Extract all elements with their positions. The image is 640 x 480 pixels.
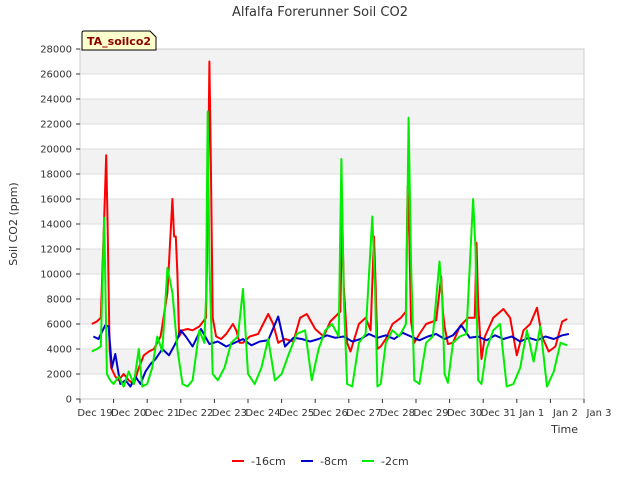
background-band <box>80 149 584 174</box>
background-band <box>80 249 584 274</box>
x-tick-label: Dec 28 <box>380 408 415 419</box>
y-tick-label: 18000 <box>40 170 72 181</box>
x-tick-label: Dec 24 <box>245 408 280 419</box>
y-tick-label: 0 <box>66 395 72 406</box>
y-tick-label: 4000 <box>47 345 72 356</box>
y-tick-label: 12000 <box>40 245 72 256</box>
x-tick-label: Dec 27 <box>346 408 381 419</box>
x-tick-label: Dec 26 <box>313 408 348 419</box>
x-axis-ticks: Dec 19Dec 20Dec 21Dec 22Dec 23Dec 24Dec … <box>77 399 611 419</box>
background-band <box>80 49 584 74</box>
y-tick-label: 22000 <box>40 120 72 131</box>
x-tick-label: Dec 22 <box>178 408 213 419</box>
x-tick-label: Jan 2 <box>552 408 578 419</box>
x-tick-label: Dec 20 <box>111 408 146 419</box>
y-axis-ticks: 0 2000 4000 6000 8000 10000 12000 14000 16000 180… <box>40 45 80 406</box>
x-tick-label: Dec 21 <box>145 408 180 419</box>
x-tick-label: Dec 23 <box>212 408 247 419</box>
x-tick-label: Dec 19 <box>77 408 112 419</box>
y-tick-label: 8000 <box>47 295 72 306</box>
legend-label: -8cm <box>320 455 348 468</box>
chart-title: Alfalfa Forerunner Soil CO2 <box>232 5 408 20</box>
legend-label: -2cm <box>381 455 409 468</box>
y-tick-label: 14000 <box>40 220 72 231</box>
x-tick-label: Jan 1 <box>518 408 544 419</box>
y-tick-label: 16000 <box>40 195 72 206</box>
y-tick-label: 20000 <box>40 145 72 156</box>
background-band <box>80 99 584 124</box>
x-tick-label: Jan 3 <box>586 408 612 419</box>
y-tick-label: 28000 <box>40 45 72 56</box>
x-tick-label: Dec 31 <box>481 408 516 419</box>
chart-container: 0 2000 4000 6000 8000 10000 12000 14000 16000 180… <box>0 0 640 480</box>
legend-label: -16cm <box>251 455 286 468</box>
y-tick-label: 26000 <box>40 70 72 81</box>
series-badge: TA_soilco2 <box>81 30 157 51</box>
y-axis-label: Soil CO2 (ppm) <box>7 182 20 265</box>
background-band <box>80 199 584 224</box>
x-tick-label: Dec 30 <box>447 408 482 419</box>
y-tick-label: 10000 <box>40 270 72 281</box>
y-tick-label: 24000 <box>40 95 72 106</box>
y-tick-label: 2000 <box>47 370 72 381</box>
x-tick-label: Dec 29 <box>413 408 448 419</box>
chart-svg: 0 2000 4000 6000 8000 10000 12000 14000 16000 180… <box>7 5 611 468</box>
y-tick-label: 6000 <box>47 320 72 331</box>
legend: -16cm -8cm -2cm <box>232 455 409 468</box>
x-axis-label: Time <box>550 423 578 436</box>
badge-label: TA_soilco2 <box>87 35 151 48</box>
x-tick-label: Dec 25 <box>279 408 314 419</box>
